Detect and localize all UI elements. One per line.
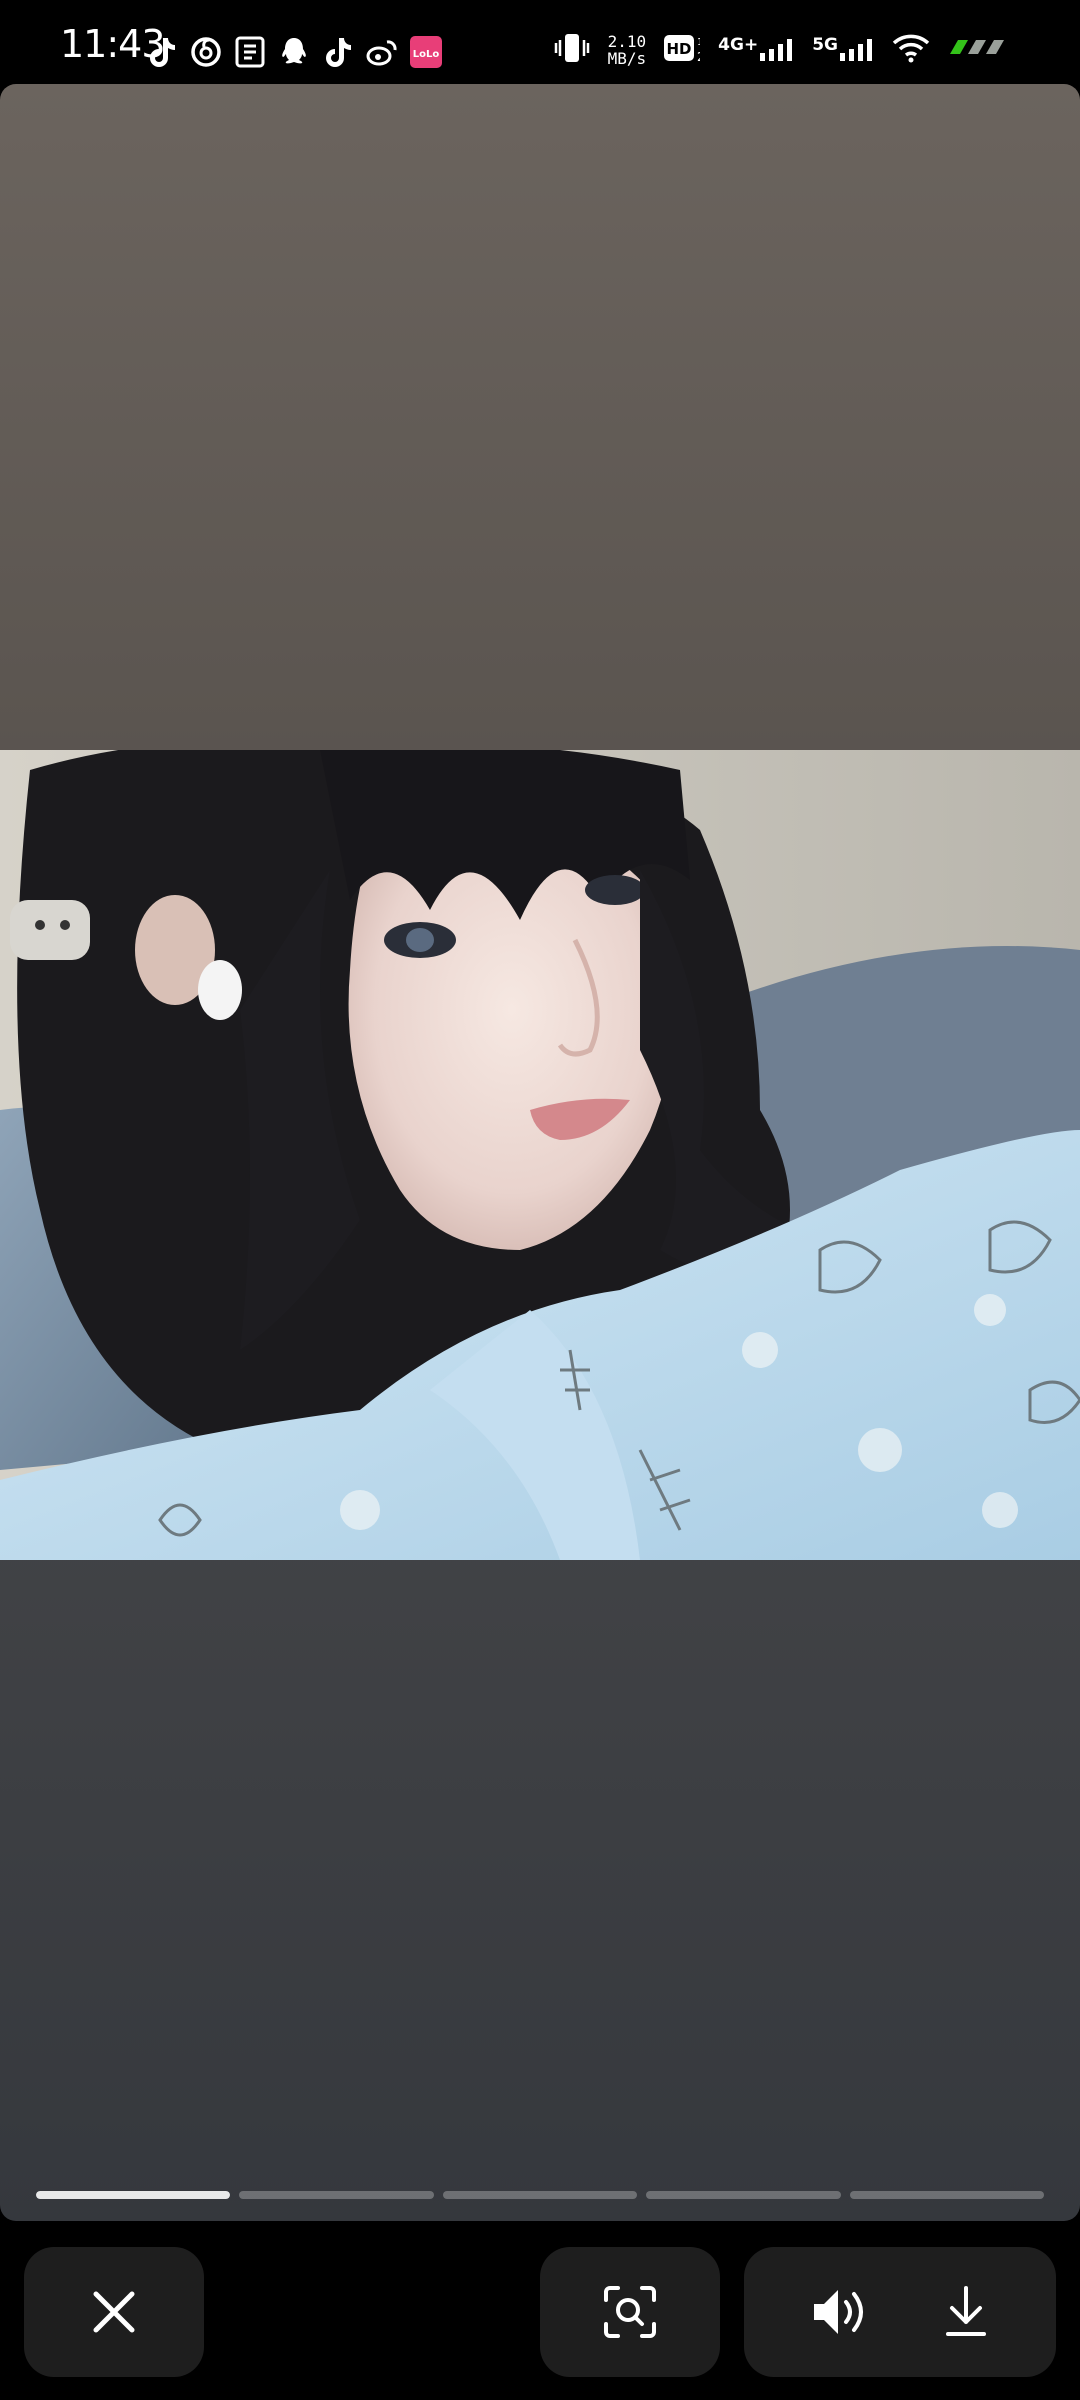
qq-icon [278,36,310,68]
status-bar: 11:43 LoLo 2.10 MB/s HD 4G+ 5G [0,0,1080,84]
network-speed-value: 2.10 [607,32,647,51]
battery-icon [948,36,1010,65]
story-viewer-screen: 11:43 LoLo 2.10 MB/s HD 4G+ 5G [0,0,1080,2400]
media-actions [744,2247,1056,2377]
vibrate-icon [554,30,590,71]
weibo-icon [366,36,398,68]
download-icon[interactable] [942,2284,990,2340]
sim1-signal: 4G+ [718,35,794,61]
visual-search-button[interactable] [540,2247,720,2377]
hd-label: HD [667,40,692,58]
sim2-network-label: 5G [812,35,838,55]
signal-bars-icon [760,39,793,61]
wifi-icon [892,33,930,68]
network-speed-unit: MB/s [607,49,647,68]
hd-voice-icon: HD 1 2 [664,33,705,68]
signal-bars-icon [840,39,872,61]
sim2-signal: 5G [812,35,874,61]
netease-music-icon [190,36,222,68]
lolo-app-icon: LoLo [410,36,442,68]
progress-segment [849,2191,1045,2199]
tiktok-icon [146,36,178,68]
story-photo[interactable] [0,750,1080,1560]
sim1-network-label: 4G+ [718,35,759,55]
svg-text:1: 1 [697,37,700,48]
system-icons: 2.10 MB/s HD 1 2 4G+ 5G [554,28,1010,72]
progress-segment [442,2191,638,2199]
app-icon [234,36,266,68]
hd-indicator: HD 1 2 [664,33,705,68]
network-speed: 2.10 MB/s [608,33,647,67]
progress-segment [36,2191,231,2199]
story-viewer[interactable] [0,84,1080,2221]
visual-search-icon [602,2284,658,2340]
lolo-app-label: LoLo [413,49,440,60]
close-button[interactable] [24,2247,204,2377]
progress-segment-fill [36,2191,231,2199]
progress-segment [239,2191,434,2199]
notification-icons: LoLo [146,30,442,74]
speaker-volume-icon[interactable] [810,2286,870,2338]
tiktok-icon [322,36,354,68]
close-icon [90,2288,138,2336]
bottom-controls [0,2221,1080,2400]
svg-text:2: 2 [697,50,700,63]
progress-segment [646,2191,841,2199]
story-progress-bar [36,2191,1045,2199]
